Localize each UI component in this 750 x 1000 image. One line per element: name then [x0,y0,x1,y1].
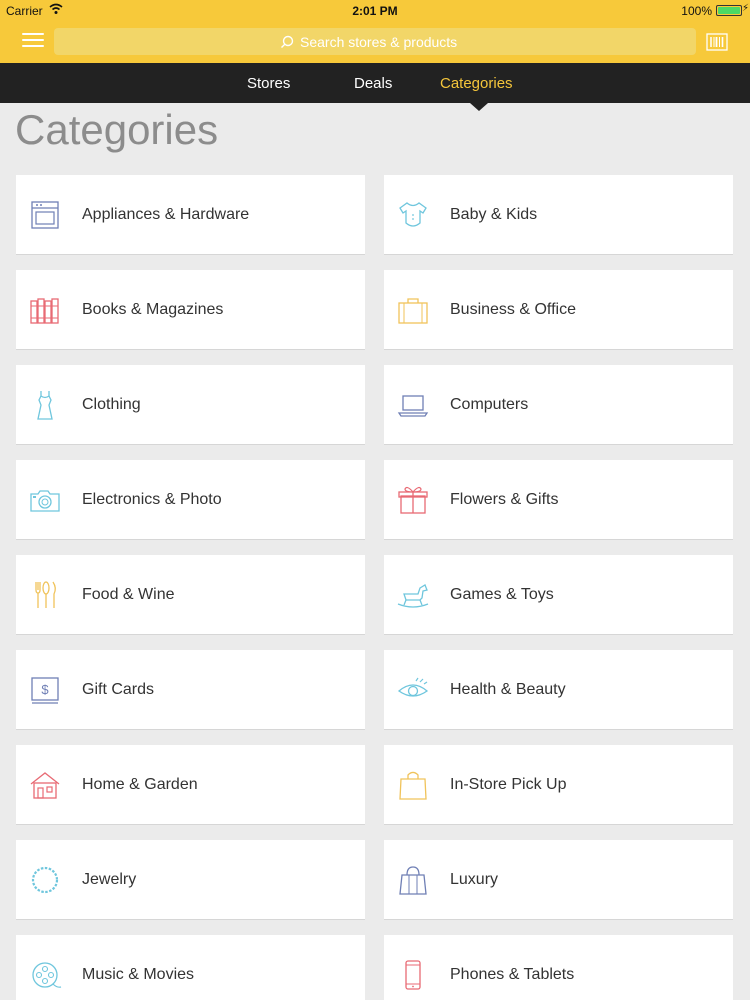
oven-icon [31,200,59,229]
category-label: Baby & Kids [450,205,538,223]
app-header: Carrier 2:01 PM 100% ⚡ [0,0,750,63]
house-icon [30,771,60,799]
category-card[interactable]: Luxury [384,840,733,920]
category-card[interactable]: Appliances & Hardware [16,175,365,255]
search-input[interactable] [300,33,470,50]
tab-bar: Stores Deals Categories [0,63,750,103]
search-bar[interactable] [54,28,696,55]
category-label: Games & Toys [450,585,554,603]
eye-icon [397,677,429,697]
cutlery-icon [35,580,56,608]
category-card[interactable]: Jewelry [16,840,365,920]
battery-icon [716,5,742,16]
svg-text:$: $ [41,682,49,697]
film-reel-icon [32,961,62,988]
category-card[interactable]: Phones & Tablets [384,935,733,1000]
category-card[interactable]: Business & Office [384,270,733,350]
books-icon [30,297,59,324]
category-label: Gift Cards [82,680,155,698]
category-label: Home & Garden [82,775,198,793]
necklace-icon [31,866,59,893]
category-label: Music & Movies [82,965,195,983]
category-label: Computers [450,395,529,413]
status-time: 2:01 PM [352,4,398,18]
category-label: Electronics & Photo [82,490,222,508]
category-card[interactable]: Music & Movies [16,935,365,1000]
category-label: Clothing [82,395,141,413]
charging-icon: ⚡ [741,3,749,14]
category-label: Jewelry [82,870,137,888]
search-icon [281,35,294,48]
page-title: Categories [15,106,219,153]
rocking-horse-icon [397,583,429,608]
category-card[interactable]: Baby & Kids [384,175,733,255]
tab-categories[interactable]: Categories [440,75,513,92]
category-label: In-Store Pick Up [450,775,567,793]
onesie-icon [399,201,427,227]
category-card[interactable]: Health & Beauty [384,650,733,730]
briefcase-icon [398,297,428,324]
phone-icon [405,959,421,990]
category-label: Books & Magazines [82,300,224,318]
category-label: Flowers & Gifts [450,490,559,508]
category-label: Phones & Tablets [450,965,575,983]
category-card[interactable]: Books & Magazines [16,270,365,350]
category-card[interactable]: Home & Garden [16,745,365,825]
luxury-bag-icon [399,865,427,895]
category-card[interactable]: Clothing [16,365,365,445]
tab-stores[interactable]: Stores [247,75,290,92]
camera-icon [30,489,60,512]
category-label: Business & Office [450,300,576,318]
barcode-scan-icon[interactable] [706,33,728,51]
laptop-icon [397,394,429,417]
dress-icon [37,390,53,420]
category-label: Appliances & Hardware [82,205,250,223]
category-card[interactable]: Electronics & Photo [16,460,365,540]
battery-percent: 100% [681,4,712,18]
category-grid: Appliances & Hardware Baby & Kids Books & … [16,175,733,1000]
gift-icon [398,486,428,514]
category-card[interactable]: Games & Toys [384,555,733,635]
category-label: Luxury [450,870,499,888]
gift-card-icon: $ [31,676,59,704]
category-label: Food & Wine [82,585,175,603]
category-card[interactable]: Computers [384,365,733,445]
tab-deals[interactable]: Deals [354,75,392,92]
category-card[interactable]: In-Store Pick Up [384,745,733,825]
menu-button[interactable] [22,33,44,49]
category-card[interactable]: Flowers & Gifts [384,460,733,540]
category-label: Health & Beauty [450,680,566,698]
shopping-bag-icon [399,771,427,800]
category-card[interactable]: Food & Wine [16,555,365,635]
status-bar: Carrier 2:01 PM 100% ⚡ [0,0,750,22]
active-tab-indicator [470,103,488,111]
category-card[interactable]: $ Gift Cards [16,650,365,730]
